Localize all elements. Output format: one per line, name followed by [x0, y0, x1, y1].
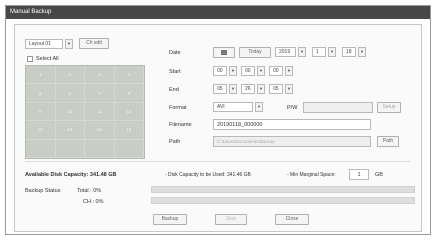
channel-cell[interactable]: 16 [114, 121, 144, 140]
divider [25, 161, 411, 162]
start-hour-select[interactable]: 00 [213, 66, 227, 76]
chevron-down-icon: ▼ [300, 49, 304, 54]
calendar-button[interactable] [213, 47, 235, 58]
end-second-dropdown[interactable]: ▼ [285, 84, 293, 94]
channel-cell[interactable] [85, 139, 115, 158]
start-label: Start [169, 69, 181, 75]
ch-progress-bar [151, 197, 415, 204]
channel-cell[interactable]: 9 [26, 102, 56, 122]
format-label: Format [169, 105, 187, 111]
channel-cell[interactable]: 11 [85, 102, 115, 122]
start-second-dropdown[interactable]: ▼ [285, 66, 293, 76]
select-all-label: Select All [36, 56, 59, 62]
total-progress-bar [151, 186, 415, 193]
channel-cell[interactable]: 13 [26, 121, 56, 140]
year-dropdown-button[interactable]: ▼ [298, 47, 306, 57]
ch-progress-text: CH : 0% [83, 199, 104, 205]
start-minute-select[interactable]: 00 [241, 66, 255, 76]
channel-cell[interactable]: 14 [55, 121, 85, 140]
min-marginal-label: - Min Marginal Space: [287, 172, 336, 178]
window-title: Manual Backup [6, 6, 430, 19]
channel-cell[interactable]: 3 [85, 66, 115, 85]
stop-button[interactable]: Stop [215, 214, 247, 225]
end-hour-select[interactable]: 05 [213, 84, 227, 94]
chevron-down-icon: ▼ [330, 49, 334, 54]
today-button[interactable]: Today [239, 47, 271, 58]
pw-label: P/W [287, 105, 298, 111]
month-select[interactable]: 1 [312, 47, 326, 57]
password-field[interactable] [303, 102, 373, 113]
layout-dropdown-button[interactable]: ▼ [65, 39, 73, 49]
select-all-checkbox[interactable] [27, 56, 33, 62]
channel-cell[interactable]: 8 [114, 84, 144, 103]
chevron-down-icon: ▼ [257, 104, 261, 109]
available-capacity-text: Available Disk Capacity: 341.48 GB [25, 172, 117, 178]
path-label: Path [169, 139, 181, 145]
filename-field[interactable]: 20190118_000000 [213, 119, 371, 130]
channel-cell[interactable]: 12 [114, 102, 144, 122]
calendar-icon [221, 50, 227, 55]
ch-edit-button[interactable]: Ch edit [79, 38, 109, 49]
channel-cell[interactable]: 5 [26, 84, 56, 103]
chevron-down-icon: ▼ [287, 86, 291, 91]
end-minute-dropdown[interactable]: ▼ [257, 84, 265, 94]
marginal-unit: GB [375, 172, 383, 178]
chevron-down-icon: ▼ [231, 86, 235, 91]
manual-backup-window: Manual Backup Layout 01 ▼ Ch edit Select… [5, 5, 431, 235]
channel-cell[interactable]: 7 [85, 84, 115, 103]
chevron-down-icon: ▼ [287, 68, 291, 73]
channel-cell[interactable] [26, 139, 56, 158]
chevron-down-icon: ▼ [231, 68, 235, 73]
total-progress-text: Total : 0% [77, 188, 102, 194]
end-second-select[interactable]: 05 [269, 84, 283, 94]
marginal-space-field[interactable]: 1 [349, 169, 369, 180]
backup-panel: Layout 01 ▼ Ch edit Select All 1 2 3 4 5… [14, 24, 422, 232]
start-minute-dropdown[interactable]: ▼ [257, 66, 265, 76]
chevron-down-icon: ▼ [259, 68, 263, 73]
chevron-down-icon: ▼ [360, 49, 364, 54]
chevron-down-icon: ▼ [259, 86, 263, 91]
backup-status-label: Backup Status [25, 188, 61, 194]
channel-cell[interactable] [114, 139, 144, 158]
date-label: Date [169, 50, 181, 56]
end-hour-dropdown[interactable]: ▼ [229, 84, 237, 94]
day-dropdown-button[interactable]: ▼ [358, 47, 366, 57]
channel-grid: 1 2 3 4 5 6 7 8 9 10 11 12 13 14 15 16 [25, 65, 145, 159]
end-label: End [169, 87, 179, 93]
capacity-to-be-used-text: - Disk Capacity to be Used: 341.46 GB [165, 172, 251, 178]
format-dropdown[interactable]: ▼ [255, 102, 263, 112]
channel-cell[interactable]: 10 [55, 102, 85, 122]
month-dropdown-button[interactable]: ▼ [328, 47, 336, 57]
chevron-down-icon: ▼ [67, 41, 71, 46]
year-select[interactable]: 2019 [275, 47, 296, 57]
start-second-select[interactable]: 00 [269, 66, 283, 76]
end-minute-select[interactable]: 26 [241, 84, 255, 94]
day-select[interactable]: 18 [342, 47, 356, 57]
layout-select[interactable]: Layout 01 [25, 39, 63, 49]
channel-cell[interactable]: 15 [85, 121, 115, 140]
setup-button[interactable]: Setup [377, 102, 401, 113]
backup-button[interactable]: Backup [153, 214, 187, 225]
path-field[interactable]: C:\Users\Documents\Backup [213, 136, 371, 147]
channel-cell[interactable] [55, 139, 85, 158]
channel-cell[interactable]: 1 [26, 66, 56, 85]
format-select[interactable]: AVI [213, 102, 253, 112]
close-button[interactable]: Close [275, 214, 309, 225]
channel-cell[interactable]: 4 [114, 66, 144, 85]
channel-cell[interactable]: 2 [55, 66, 85, 85]
channel-cell[interactable]: 6 [55, 84, 85, 103]
start-hour-dropdown[interactable]: ▼ [229, 66, 237, 76]
path-button[interactable]: Path [377, 136, 399, 147]
filename-label: Filename [169, 122, 192, 128]
